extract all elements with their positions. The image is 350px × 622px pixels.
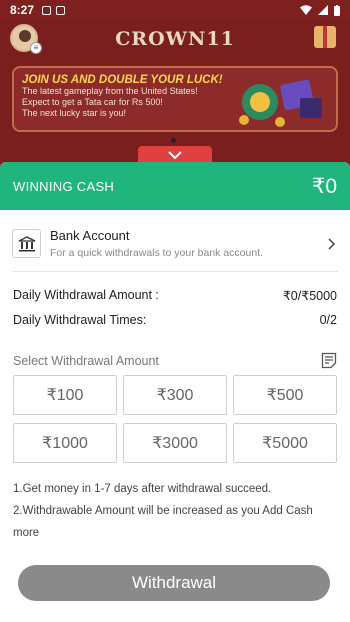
carousel-indicator <box>171 138 176 143</box>
amount-option-1000[interactable]: ₹1000 <box>13 423 117 463</box>
status-bar: 8:27 <box>0 0 350 20</box>
chevron-right-icon <box>328 237 336 250</box>
withdrawal-button[interactable]: Withdrawal <box>18 565 330 601</box>
records-icon[interactable] <box>321 352 337 369</box>
daily-times-value: 0/2 <box>319 313 337 327</box>
select-amount-label: Select Withdrawal Amount <box>13 353 159 368</box>
winning-cash-amount: ₹0 <box>311 174 337 198</box>
amount-option-5000[interactable]: ₹5000 <box>233 423 337 463</box>
amount-option-300[interactable]: ₹300 <box>123 375 227 415</box>
notification-icon <box>42 5 52 15</box>
daily-amount-value: ₹0/₹5000 <box>282 289 337 303</box>
brand-logo: CROWN11 <box>115 28 235 50</box>
note-item: 1.Get money in 1-7 days after withdrawal… <box>13 483 272 495</box>
amount-options: ₹100 ₹300 ₹500 ₹1000 ₹3000 ₹5000 <box>13 375 337 463</box>
withdrawal-sheet: WINNING CASH ₹0 Bank Account For a quick… <box>0 162 350 622</box>
promo-banner[interactable]: JOIN US AND DOUBLE YOUR LUCK! The latest… <box>12 66 338 132</box>
note-item: 2.Withdrawable Amount will be increased … <box>13 505 313 539</box>
bank-account-row[interactable]: Bank Account For a quick withdrawals to … <box>12 216 338 272</box>
notification-icons <box>42 5 66 15</box>
select-amount-header: Select Withdrawal Amount <box>13 352 337 369</box>
banner-illustration <box>239 79 322 127</box>
wifi-icon <box>300 5 312 15</box>
status-time: 8:27 <box>10 3 35 17</box>
winning-cash-bar: WINNING CASH ₹0 <box>0 162 350 210</box>
gift-icon[interactable] <box>314 26 336 48</box>
daily-amount-row: Daily Withdrawal Amount : ₹0/₹5000 <box>13 288 337 303</box>
daily-amount-label: Daily Withdrawal Amount : <box>13 288 159 302</box>
notification-icon <box>56 5 66 15</box>
amount-option-3000[interactable]: ₹3000 <box>123 423 227 463</box>
bank-account-subtitle: For a quick withdrawals to your bank acc… <box>50 247 264 259</box>
signal-icon <box>318 5 328 15</box>
battery-icon <box>334 4 340 16</box>
daily-times-row: Daily Withdrawal Times: 0/2 <box>13 313 337 327</box>
bank-account-title: Bank Account <box>50 228 130 243</box>
amount-option-500[interactable]: ₹500 <box>233 375 337 415</box>
app-header: ≡ CROWN11 <box>0 20 350 60</box>
bank-icon <box>12 229 41 258</box>
withdrawal-notes: 1.Get money in 1-7 days after withdrawal… <box>13 478 337 544</box>
daily-times-label: Daily Withdrawal Times: <box>13 313 147 327</box>
amount-option-100[interactable]: ₹100 <box>13 375 117 415</box>
chevron-down-icon <box>168 151 182 159</box>
winning-cash-label: WINNING CASH <box>13 178 115 194</box>
